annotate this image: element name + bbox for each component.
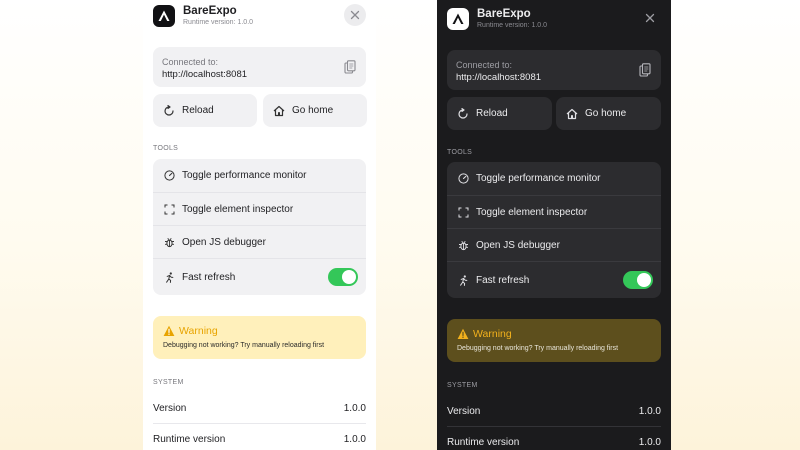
- system-section-label: SYSTEM: [447, 382, 478, 389]
- open-js-debugger-item[interactable]: Open JS debugger: [447, 228, 661, 261]
- toggle-element-inspector-item[interactable]: Toggle element inspector: [153, 192, 366, 225]
- app-title: BareExpo: [477, 8, 531, 20]
- connection-card: Connected to: http://localhost:8081: [153, 47, 366, 87]
- toggle-knob: [637, 273, 651, 287]
- connection-label: Connected to:: [456, 60, 512, 70]
- toggle-element-inspector-item[interactable]: Toggle element inspector: [447, 195, 661, 228]
- warning-message: Debugging not working? Try manually relo…: [457, 345, 618, 352]
- copy-icon[interactable]: [344, 60, 356, 74]
- system-row-value: 1.0.0: [344, 434, 366, 445]
- dev-menu-light: BareExpo Runtime version: 1.0.0 Connecte…: [143, 0, 376, 450]
- open-js-debugger-item[interactable]: Open JS debugger: [153, 225, 366, 258]
- reload-icon: [163, 105, 175, 117]
- toggle-element-inspector-label: Toggle element inspector: [476, 207, 587, 218]
- toggle-knob: [342, 270, 356, 284]
- toggle-performance-monitor-label: Toggle performance monitor: [182, 170, 307, 181]
- dev-menu-dark: BareExpo Runtime version: 1.0.0 Connecte…: [437, 0, 671, 450]
- warning-title: Warning: [473, 328, 512, 340]
- home-icon: [273, 105, 285, 117]
- system-row-runtime-version: Runtime version 1.0.0: [447, 427, 661, 450]
- tools-section-label: TOOLS: [447, 149, 472, 156]
- tools-card: Toggle performance monitor Toggle elemen…: [153, 159, 366, 295]
- tools-section-label: TOOLS: [153, 145, 178, 152]
- go-home-label: Go home: [292, 105, 333, 116]
- reload-label: Reload: [476, 108, 508, 119]
- go-home-label: Go home: [585, 108, 626, 119]
- inspect-frame-icon: [164, 204, 175, 215]
- system-section-label: SYSTEM: [153, 379, 184, 386]
- fast-refresh-item: Fast refresh: [153, 258, 366, 295]
- close-icon: [350, 10, 360, 20]
- dev-menu-header: BareExpo Runtime version: 1.0.0: [153, 4, 366, 32]
- dev-menu-header: BareExpo Runtime version: 1.0.0: [447, 7, 661, 35]
- close-button[interactable]: [639, 7, 661, 29]
- reload-icon: [457, 108, 469, 120]
- speedometer-icon: [458, 173, 469, 184]
- system-row-value: 1.0.0: [344, 403, 366, 414]
- reload-button[interactable]: Reload: [153, 94, 257, 127]
- warning-icon: [163, 325, 175, 337]
- expo-logo-icon: [153, 5, 175, 27]
- runtime-subtitle: Runtime version: 1.0.0: [477, 22, 547, 29]
- system-row-value: 1.0.0: [639, 406, 661, 417]
- warning-card: Warning Debugging not working? Try manua…: [447, 319, 661, 362]
- inspect-frame-icon: [458, 207, 469, 218]
- connection-card: Connected to: http://localhost:8081: [447, 50, 661, 90]
- reload-label: Reload: [182, 105, 214, 116]
- toggle-performance-monitor-item[interactable]: Toggle performance monitor: [153, 159, 366, 192]
- fast-refresh-label: Fast refresh: [476, 275, 529, 286]
- close-button[interactable]: [344, 4, 366, 26]
- running-figure-icon: [458, 275, 469, 286]
- app-title: BareExpo: [183, 5, 237, 17]
- connection-url: http://localhost:8081: [162, 69, 247, 80]
- system-row-label: Version: [153, 403, 186, 414]
- toggle-performance-monitor-label: Toggle performance monitor: [476, 173, 601, 184]
- home-icon: [566, 108, 578, 120]
- go-home-button[interactable]: Go home: [556, 97, 661, 130]
- fast-refresh-toggle[interactable]: [328, 268, 358, 286]
- go-home-button[interactable]: Go home: [263, 94, 367, 127]
- open-js-debugger-label: Open JS debugger: [476, 240, 560, 251]
- system-row-value: 1.0.0: [639, 437, 661, 448]
- open-js-debugger-label: Open JS debugger: [182, 237, 266, 248]
- connection-url: http://localhost:8081: [456, 72, 541, 83]
- tools-card: Toggle performance monitor Toggle elemen…: [447, 162, 661, 298]
- warning-card: Warning Debugging not working? Try manua…: [153, 316, 366, 359]
- runtime-subtitle: Runtime version: 1.0.0: [183, 19, 253, 26]
- fast-refresh-toggle[interactable]: [623, 271, 653, 289]
- speedometer-icon: [164, 170, 175, 181]
- bug-icon: [458, 240, 469, 251]
- toggle-performance-monitor-item[interactable]: Toggle performance monitor: [447, 162, 661, 195]
- running-figure-icon: [164, 272, 175, 283]
- fast-refresh-item: Fast refresh: [447, 261, 661, 298]
- copy-icon[interactable]: [639, 63, 651, 77]
- system-row-runtime-version: Runtime version 1.0.0: [153, 424, 366, 450]
- system-row-label: Runtime version: [153, 434, 225, 445]
- warning-icon: [457, 328, 469, 340]
- toggle-element-inspector-label: Toggle element inspector: [182, 204, 293, 215]
- warning-message: Debugging not working? Try manually relo…: [163, 342, 324, 349]
- bug-icon: [164, 237, 175, 248]
- system-row-version: Version 1.0.0: [153, 393, 366, 424]
- system-row-version: Version 1.0.0: [447, 396, 661, 427]
- warning-title: Warning: [179, 325, 218, 337]
- expo-logo-icon: [447, 8, 469, 30]
- fast-refresh-label: Fast refresh: [182, 272, 235, 283]
- connection-label: Connected to:: [162, 57, 218, 67]
- close-icon: [645, 13, 655, 23]
- system-row-label: Runtime version: [447, 437, 519, 448]
- system-row-label: Version: [447, 406, 480, 417]
- reload-button[interactable]: Reload: [447, 97, 552, 130]
